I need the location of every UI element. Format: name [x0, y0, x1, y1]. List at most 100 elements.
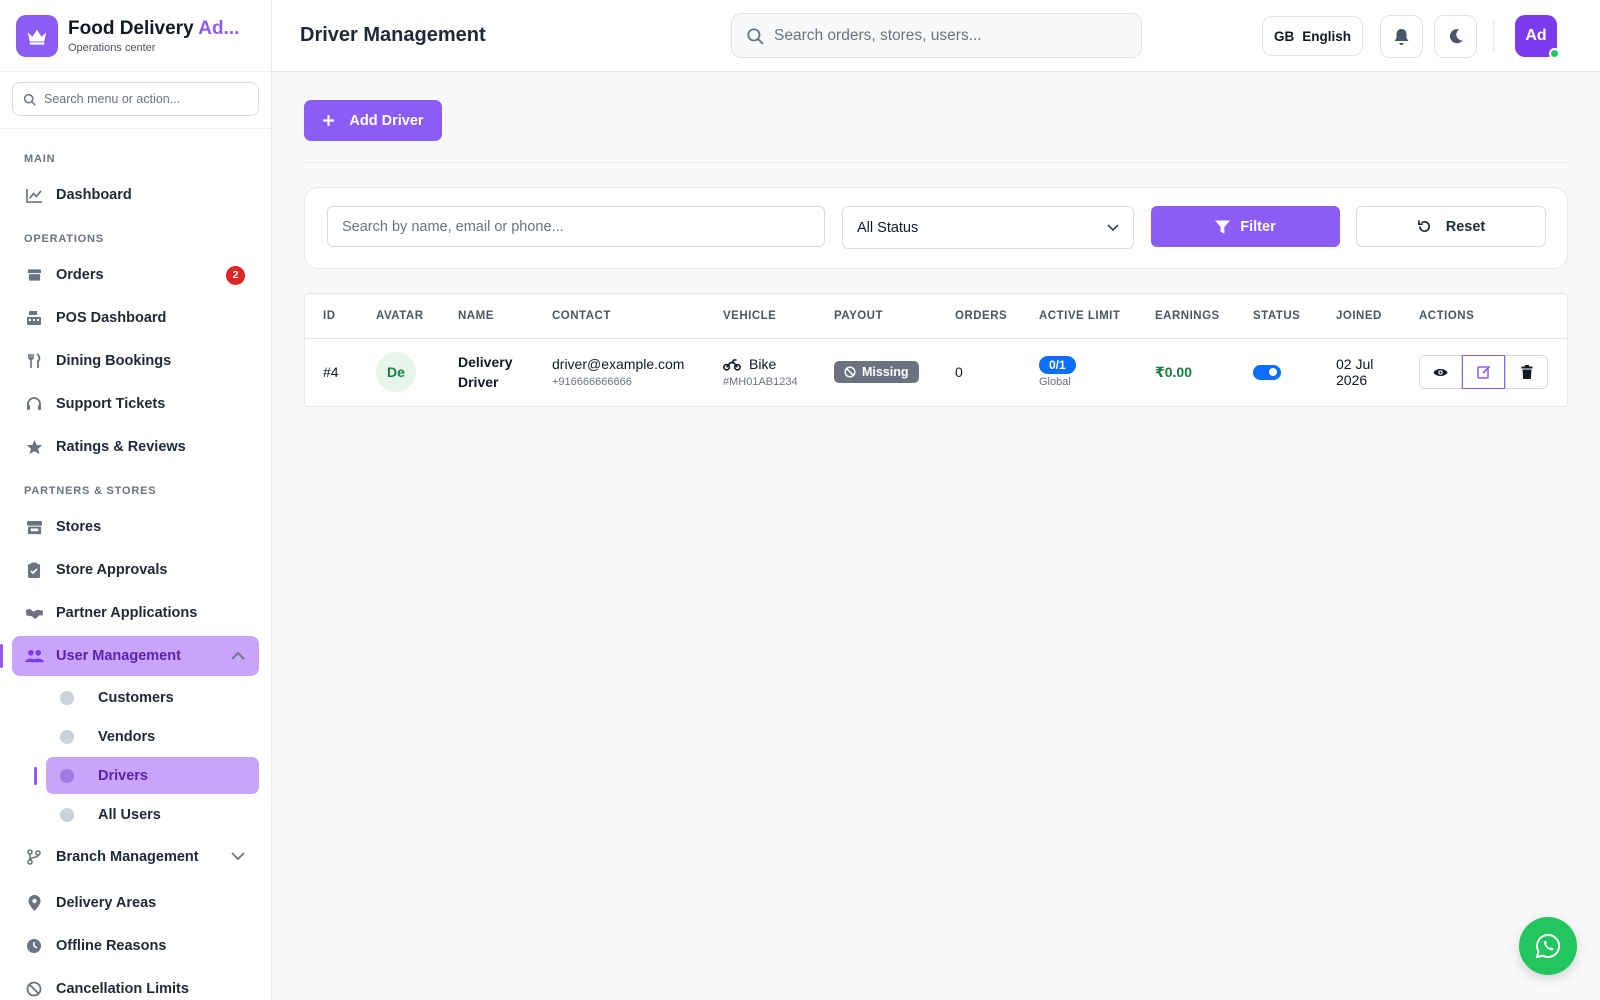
sidebar-subitem-all-users[interactable]: All Users	[46, 796, 259, 833]
column-header: ACTIVE LIMIT	[1021, 294, 1137, 339]
avatar: De	[376, 352, 416, 393]
notifications-button[interactable]	[1380, 15, 1423, 58]
sidebar-item-ratings[interactable]: Ratings & Reviews	[12, 427, 259, 467]
edit-icon	[1476, 366, 1490, 379]
sidebar-item-label: Stores	[56, 519, 102, 535]
sidebar-item-orders[interactable]: Orders 2	[12, 255, 259, 295]
sidebar-item-store-approvals[interactable]: Store Approvals	[12, 550, 259, 590]
filter-button[interactable]: Filter	[1151, 206, 1340, 247]
drivers-table-card: ID AVATAR NAME CONTACT VEHICLE PAYOUT OR…	[304, 293, 1568, 407]
sidebar-item-label: User Management	[56, 648, 181, 664]
sidebar-item-pos[interactable]: POS Dashboard	[12, 298, 259, 338]
sidebar-item-label: Store Approvals	[56, 562, 168, 578]
top-header: Driver Management GB English Ad	[272, 0, 1600, 72]
language-label: English	[1302, 28, 1351, 44]
clipboard-check-icon	[24, 560, 44, 580]
bullet-icon	[60, 768, 74, 783]
status-toggle[interactable]	[1253, 364, 1281, 380]
sidebar-subitem-drivers[interactable]: Drivers	[34, 757, 259, 794]
page-title: Driver Management	[300, 24, 486, 46]
bullet-icon	[60, 690, 74, 705]
theme-toggle-button[interactable]	[1434, 15, 1477, 58]
sidebar-item-label: Partner Applications	[56, 605, 198, 621]
chart-line-icon	[24, 185, 44, 205]
bullet-icon	[60, 729, 74, 744]
plus-icon	[323, 115, 335, 126]
status-select[interactable]: All Status	[842, 206, 1134, 249]
section-operations: OPERATIONS	[24, 233, 104, 245]
ban-icon	[24, 979, 44, 999]
sidebar-item-label: Delivery Areas	[56, 895, 157, 911]
sidebar-item-label: Cancellation Limits	[56, 981, 189, 997]
sidebar-item-offline-reasons[interactable]: Offline Reasons	[12, 926, 259, 966]
chevron-up-icon	[231, 647, 245, 665]
store-icon	[24, 517, 44, 537]
sidebar-subitem-vendors[interactable]: Vendors	[46, 718, 259, 755]
sidebar-item-stores[interactable]: Stores	[12, 507, 259, 547]
sidebar-item-label: Offline Reasons	[56, 938, 167, 954]
sidebar-item-support[interactable]: Support Tickets	[12, 384, 259, 424]
undo-icon	[1417, 220, 1430, 233]
column-header: ID	[305, 294, 358, 339]
users-icon	[24, 646, 44, 666]
edit-button[interactable]	[1462, 355, 1505, 390]
column-header: ACTIONS	[1401, 294, 1567, 339]
global-search-input[interactable]	[774, 26, 1104, 45]
trash-icon	[1521, 365, 1532, 380]
reset-button[interactable]: Reset	[1356, 206, 1546, 247]
brand[interactable]: Food Delivery Ad... Operations center	[0, 0, 271, 72]
sidebar-item-label: Dashboard	[56, 187, 132, 203]
column-header: ORDERS	[937, 294, 1021, 339]
moon-icon	[1449, 29, 1462, 44]
add-driver-button[interactable]: Add Driver	[304, 100, 442, 141]
whatsapp-button[interactable]	[1519, 917, 1577, 975]
vehicle-type: Bike	[749, 356, 777, 373]
driver-id: #4	[323, 364, 339, 381]
language-selector[interactable]: GB English	[1262, 16, 1363, 56]
filter-panel: All Status Filter Reset	[304, 187, 1568, 269]
flag-label: GB	[1273, 28, 1295, 44]
row-actions	[1419, 355, 1567, 390]
column-header: PAYOUT	[816, 294, 937, 339]
section-main: MAIN	[24, 153, 56, 165]
chevron-down-icon	[1107, 223, 1119, 231]
sidebar-search-input[interactable]	[44, 92, 244, 106]
sidebar-item-label: Branch Management	[56, 849, 199, 865]
driver-search-field[interactable]	[327, 206, 825, 247]
brand-title: Food Delivery Ad...	[68, 17, 240, 39]
sidebar-item-branch-management[interactable]: Branch Management	[12, 837, 259, 877]
sidebar-item-label: Support Tickets	[56, 396, 166, 412]
sidebar-item-dining[interactable]: Dining Bookings	[12, 341, 259, 381]
view-button[interactable]	[1419, 355, 1462, 390]
divider	[304, 162, 1568, 163]
sidebar-item-dashboard[interactable]: Dashboard	[12, 175, 259, 215]
utensils-icon	[24, 351, 44, 371]
sidebar-item-partner-applications[interactable]: Partner Applications	[12, 593, 259, 633]
global-search[interactable]	[731, 13, 1142, 58]
delete-button[interactable]	[1505, 355, 1548, 390]
column-header: AVATAR	[358, 294, 440, 339]
driver-search-input[interactable]	[342, 218, 802, 235]
sidebar-nav: MAIN Dashboard OPERATIONS Orders 2 POS D…	[0, 129, 271, 1000]
eye-icon	[1433, 368, 1448, 376]
driver-name[interactable]: Delivery Driver	[458, 352, 534, 392]
orders-count-badge: 2	[226, 265, 245, 285]
bell-icon	[1394, 28, 1409, 45]
table-row: #4 De Delivery Driver driver@example.com …	[305, 338, 1567, 406]
sidebar-item-user-management[interactable]: User Management	[0, 636, 259, 676]
whatsapp-icon	[1535, 933, 1560, 959]
box-icon	[24, 265, 44, 285]
active-indicator	[0, 644, 3, 668]
sidebar-subitem-customers[interactable]: Customers	[46, 679, 259, 716]
user-avatar[interactable]: Ad	[1515, 15, 1560, 59]
column-header: JOINED	[1318, 294, 1401, 339]
handshake-icon	[24, 603, 44, 623]
sidebar-item-label: Orders	[56, 267, 104, 283]
star-icon	[24, 437, 44, 457]
funnel-icon	[1215, 219, 1231, 234]
sidebar-search[interactable]	[12, 82, 259, 116]
sidebar-item-delivery-areas[interactable]: Delivery Areas	[12, 883, 259, 923]
sidebar-item-cancellation-limits[interactable]: Cancellation Limits	[12, 969, 259, 1000]
search-icon	[747, 27, 764, 44]
sidebar-item-label: Dining Bookings	[56, 353, 172, 369]
